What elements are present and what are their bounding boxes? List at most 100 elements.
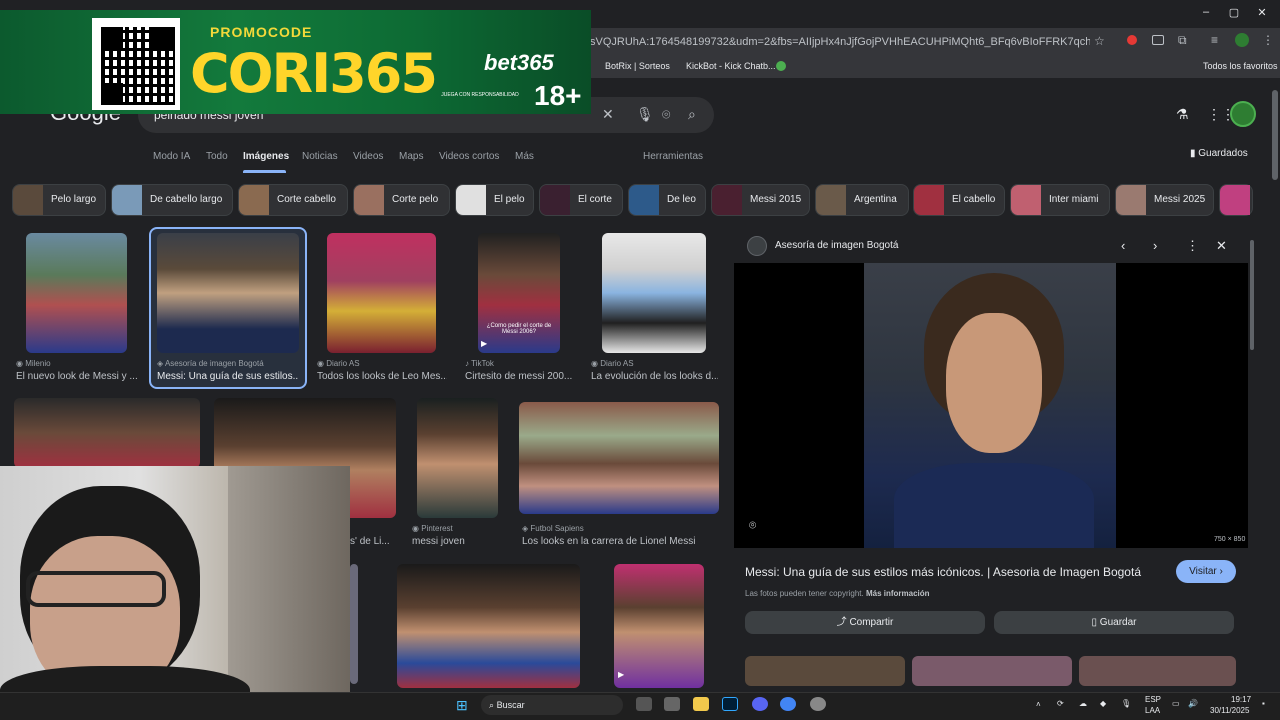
- mic-icon[interactable]: 🎙: [636, 106, 654, 123]
- bookmark-star-icon[interactable]: ☆: [1094, 34, 1105, 48]
- related-image[interactable]: [1079, 656, 1236, 686]
- discord-icon[interactable]: [752, 697, 768, 711]
- result-title[interactable]: La evolución de los looks d...: [591, 371, 718, 382]
- result-image[interactable]: [602, 233, 706, 353]
- result-image[interactable]: ¿Como pedir el corte de Messi 2006? ▶: [478, 233, 560, 353]
- chip-corte-pelo[interactable]: Corte pelo: [353, 184, 450, 216]
- visit-button[interactable]: Visitar ›: [1176, 560, 1236, 583]
- lens-search-icon[interactable]: ⌾: [749, 518, 756, 533]
- language-indicator[interactable]: ESP: [1145, 695, 1161, 704]
- url-text[interactable]: sVQJRUhA:1764548199732&udm=2&fbs=AIIjpHx…: [590, 31, 1090, 53]
- result-image[interactable]: [397, 564, 580, 688]
- more-options-icon[interactable]: ⋮: [1186, 238, 1199, 254]
- cloud-icon[interactable]: ☁: [1079, 699, 1087, 708]
- result-title[interactable]: Messi: Una guía de sus estilos...: [157, 371, 299, 382]
- result-title[interactable]: Los looks en la carrera de Lionel Messi: [522, 536, 722, 547]
- lens-icon[interactable]: ⌾: [662, 106, 670, 123]
- clock-time[interactable]: 19:17: [1231, 695, 1251, 704]
- result-image[interactable]: [350, 564, 358, 684]
- next-icon[interactable]: ›: [1153, 238, 1157, 253]
- maximize-icon[interactable]: ▢: [1224, 6, 1244, 20]
- more-menu-icon[interactable]: ⋮: [1262, 33, 1274, 47]
- result-title[interactable]: s' de Li...: [350, 536, 398, 547]
- result-image[interactable]: [26, 233, 127, 353]
- volume-icon[interactable]: 🔊: [1188, 699, 1198, 708]
- chip-de-leo[interactable]: De leo: [628, 184, 706, 216]
- labs-flask-icon[interactable]: ⚗: [1176, 106, 1189, 123]
- preview-source[interactable]: Asesoría de imagen Bogotá: [775, 240, 898, 251]
- close-window-icon[interactable]: ✕: [1252, 6, 1272, 20]
- result-title[interactable]: messi joven: [412, 536, 502, 547]
- bookmark-icon[interactable]: [776, 61, 786, 71]
- tab-noticias[interactable]: Noticias: [302, 151, 338, 162]
- extension-icon[interactable]: [1127, 35, 1137, 45]
- chip-more[interactable]: [1219, 184, 1253, 216]
- tab-maps[interactable]: Maps: [399, 151, 423, 162]
- tray-icon[interactable]: ⟳: [1057, 699, 1064, 708]
- result-image[interactable]: [14, 398, 200, 468]
- more-info-link[interactable]: Más información: [866, 589, 930, 598]
- obs-icon[interactable]: [810, 697, 826, 711]
- result-image[interactable]: [327, 233, 436, 353]
- chip-corte-cabello[interactable]: Corte cabello: [238, 184, 348, 216]
- puzzle-icon[interactable]: ⧉: [1178, 33, 1187, 48]
- tab-videos-cortos[interactable]: Videos cortos: [439, 151, 499, 162]
- saved-button[interactable]: ▮ Guardados: [1190, 148, 1248, 159]
- tab-modo-ia[interactable]: Modo IA: [153, 151, 190, 162]
- network-icon[interactable]: ▭: [1172, 699, 1180, 708]
- profile-avatar[interactable]: [1235, 33, 1249, 47]
- app-icon[interactable]: [664, 697, 680, 711]
- related-image[interactable]: [745, 656, 905, 686]
- bookmark-kickbot[interactable]: KickBot - Kick Chatb...: [686, 61, 776, 71]
- preview-image[interactable]: [864, 263, 1116, 548]
- chip-argentina[interactable]: Argentina: [815, 184, 909, 216]
- result-title[interactable]: Todos los looks de Leo Mes...: [317, 371, 447, 382]
- chip-pelo-largo[interactable]: Pelo largo: [12, 184, 106, 216]
- extension-icon[interactable]: [1152, 35, 1164, 45]
- chrome-icon[interactable]: [780, 697, 796, 711]
- minimize-icon[interactable]: –: [1196, 6, 1216, 20]
- chip-el-pelo[interactable]: El pelo: [455, 184, 534, 216]
- clock-date[interactable]: 30/11/2025: [1210, 706, 1249, 715]
- tab-videos[interactable]: Videos: [353, 151, 383, 162]
- bookmark-botrix[interactable]: BotRix | Sorteos: [605, 61, 670, 71]
- tools-button[interactable]: Herramientas: [643, 151, 703, 162]
- result-image[interactable]: ▶: [614, 564, 704, 688]
- panel-scrollbar[interactable]: [1250, 240, 1254, 350]
- notification-icon[interactable]: ▪: [1262, 699, 1265, 708]
- defender-icon[interactable]: ◆: [1100, 699, 1106, 708]
- account-avatar[interactable]: [1230, 101, 1256, 127]
- chip-de-cabello-largo[interactable]: De cabello largo: [111, 184, 233, 216]
- task-view-icon[interactable]: [636, 697, 652, 711]
- chip-el-corte[interactable]: El corte: [539, 184, 623, 216]
- prev-icon[interactable]: ‹: [1121, 238, 1125, 253]
- tab-todo[interactable]: Todo: [206, 151, 228, 162]
- file-explorer-icon[interactable]: [693, 697, 709, 711]
- preview-title[interactable]: Messi: Una guía de sus estilos más icóni…: [745, 565, 1141, 579]
- tab-imagenes[interactable]: Imágenes: [243, 151, 289, 162]
- related-image[interactable]: [912, 656, 1072, 686]
- taskbar-search[interactable]: ⌕ Buscar: [481, 695, 623, 715]
- chip-messi-2015[interactable]: Messi 2015: [711, 184, 810, 216]
- chip-messi-2025[interactable]: Messi 2025: [1115, 184, 1214, 216]
- result-image[interactable]: [519, 402, 719, 514]
- chip-el-cabello[interactable]: El cabello: [913, 184, 1005, 216]
- mic-tray-icon[interactable]: 🎙: [1121, 699, 1131, 708]
- bookmark-all-favorites[interactable]: Todos los favoritos: [1203, 61, 1278, 71]
- result-title[interactable]: El nuevo look de Messi y ...: [16, 371, 138, 382]
- result-image[interactable]: [417, 398, 498, 518]
- playlist-icon[interactable]: ≡: [1211, 33, 1218, 47]
- close-icon[interactable]: ✕: [1216, 238, 1227, 254]
- result-image[interactable]: [157, 233, 299, 353]
- windows-start-icon[interactable]: ⊞: [456, 697, 468, 714]
- result-title[interactable]: Cirtesito de messi 200...: [465, 371, 573, 382]
- clear-icon[interactable]: ✕: [602, 106, 614, 123]
- tab-mas[interactable]: Más: [515, 151, 534, 162]
- tray-chevron-icon[interactable]: ˄: [1036, 700, 1041, 709]
- photoshop-icon[interactable]: [722, 697, 738, 711]
- search-icon[interactable]: ⌕: [688, 106, 696, 123]
- save-button[interactable]: ▯ Guardar: [994, 611, 1234, 634]
- chip-inter-miami[interactable]: Inter miami: [1010, 184, 1110, 216]
- page-scrollbar[interactable]: [1272, 90, 1278, 180]
- share-button[interactable]: ⤴ Compartir: [745, 611, 985, 634]
